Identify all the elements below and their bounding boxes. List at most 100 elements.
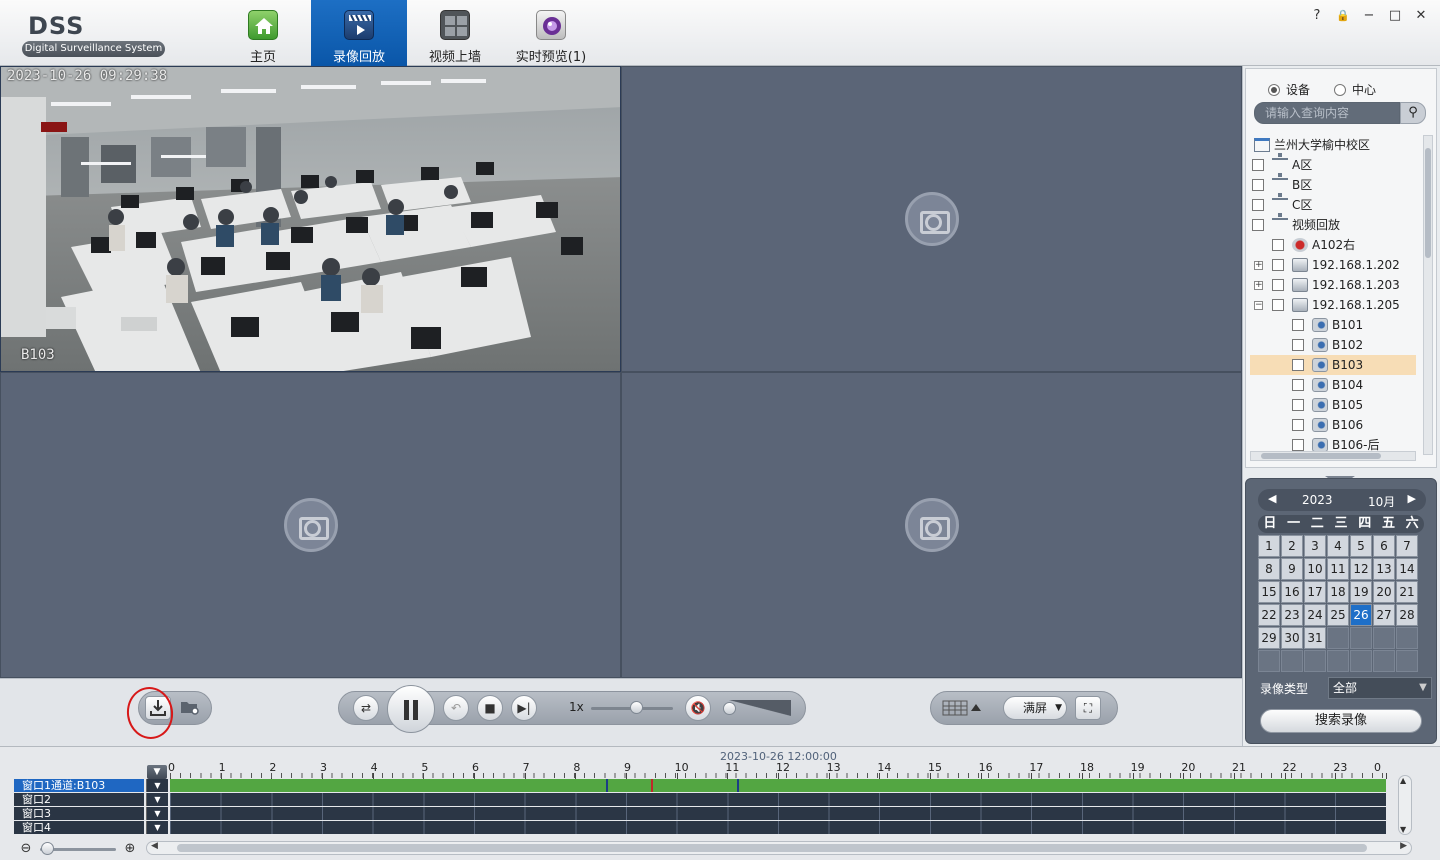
tree-checkbox[interactable] — [1292, 319, 1304, 331]
nav-tab-playback[interactable]: 录像回放 — [311, 0, 407, 66]
record-type-select[interactable]: 全部 ▼ — [1328, 677, 1432, 699]
track-name[interactable]: 窗口4 — [14, 821, 144, 834]
calendar-day[interactable]: 9 — [1281, 558, 1303, 580]
tree-node[interactable]: +192.168.1.203 — [1250, 275, 1416, 295]
calendar-day[interactable]: 30 — [1281, 627, 1303, 649]
tree-checkbox[interactable] — [1292, 419, 1304, 431]
timeline-vertical-scrollbar[interactable]: ▲ ▼ — [1398, 775, 1412, 835]
calendar-day[interactable]: 25 — [1327, 604, 1349, 626]
tree-node[interactable]: B102 — [1250, 335, 1416, 355]
volume-slider[interactable] — [729, 700, 791, 716]
timeline-track[interactable] — [170, 779, 1386, 792]
zoom-out-icon[interactable]: ⊖ — [18, 841, 34, 857]
calendar-day[interactable]: 2 — [1281, 535, 1303, 557]
calendar-day[interactable]: 28 — [1396, 604, 1418, 626]
tree-node[interactable]: B101 — [1250, 315, 1416, 335]
calendar-day[interactable]: 17 — [1304, 581, 1326, 603]
timeline-track[interactable] — [170, 807, 1386, 820]
tree-node[interactable]: B103 — [1250, 355, 1416, 375]
calendar-day[interactable]: 14 — [1396, 558, 1418, 580]
track-name[interactable]: 窗口1通道:B103 — [14, 779, 144, 792]
tree-node[interactable]: B105 — [1250, 395, 1416, 415]
shuffle-icon[interactable]: ⇄ — [353, 695, 379, 721]
calendar-day[interactable]: 11 — [1327, 558, 1349, 580]
tree-checkbox[interactable] — [1272, 259, 1284, 271]
undo-icon[interactable]: ↶ — [443, 695, 469, 721]
tree-node[interactable]: − 192.168.1.205 — [1250, 295, 1416, 315]
tree-node[interactable]: B104 — [1250, 375, 1416, 395]
pause-icon[interactable] — [387, 685, 435, 733]
tree-vertical-scrollbar[interactable] — [1423, 135, 1433, 455]
search-icon[interactable]: ⚲ — [1400, 102, 1426, 124]
next-month-button[interactable]: ▶ — [1408, 492, 1416, 505]
tree-node[interactable]: C区 — [1250, 193, 1416, 215]
tree-checkbox[interactable] — [1252, 219, 1264, 231]
folder-settings-icon[interactable] — [177, 696, 203, 720]
tree-checkbox[interactable] — [1272, 239, 1284, 251]
chevron-down-icon[interactable]: ▼ — [146, 793, 168, 806]
calendar-day[interactable]: 8 — [1258, 558, 1280, 580]
expand-icon[interactable]: + — [1254, 261, 1263, 270]
tree-horizontal-scrollbar[interactable] — [1250, 451, 1416, 461]
nav-tab-video-wall[interactable]: 视频上墙 — [407, 0, 503, 66]
timeline-track[interactable] — [170, 821, 1386, 834]
tree-checkbox[interactable] — [1272, 299, 1284, 311]
tree-search-input[interactable] — [1254, 102, 1400, 124]
calendar-day[interactable]: 18 — [1327, 581, 1349, 603]
video-pane-4[interactable] — [621, 372, 1242, 678]
tree-checkbox[interactable] — [1252, 179, 1264, 191]
calendar-day[interactable]: 23 — [1281, 604, 1303, 626]
tree-checkbox[interactable] — [1292, 399, 1304, 411]
track-name[interactable]: 窗口2 — [14, 793, 144, 806]
timeline-track[interactable] — [170, 793, 1386, 806]
close-button[interactable]: ✕ — [1410, 6, 1432, 26]
step-forward-icon[interactable]: ▶| — [511, 695, 537, 721]
scroll-down-icon[interactable]: ▼ — [1400, 825, 1406, 834]
calendar-day[interactable]: 29 — [1258, 627, 1280, 649]
collapse-icon[interactable]: − — [1254, 301, 1263, 310]
calendar-day[interactable]: 5 — [1350, 535, 1372, 557]
calendar-day[interactable]: 16 — [1281, 581, 1303, 603]
calendar-day[interactable]: 3 — [1304, 535, 1326, 557]
calendar-day[interactable]: 26 — [1350, 604, 1372, 626]
calendar-day[interactable]: 20 — [1373, 581, 1395, 603]
calendar-day[interactable]: 24 — [1304, 604, 1326, 626]
radio-center[interactable]: 中心 — [1334, 81, 1376, 98]
video-pane-1[interactable]: 2023-10-26 09:29:38 B103 — [0, 66, 621, 372]
tree-checkbox[interactable] — [1252, 159, 1264, 171]
grid-layout-icon[interactable] — [941, 696, 985, 720]
calendar-day[interactable]: 1 — [1258, 535, 1280, 557]
screen-mode-select[interactable]: 满屏 ▼ — [1003, 696, 1067, 720]
timeline-horizontal-scrollbar[interactable]: ◀ ▶ — [146, 841, 1412, 855]
tree-checkbox[interactable] — [1292, 379, 1304, 391]
tree-node[interactable]: A区 — [1250, 153, 1416, 175]
scroll-left-icon[interactable]: ◀ — [151, 841, 158, 851]
prev-month-button[interactable]: ◀ — [1268, 492, 1276, 505]
scrollbar-thumb[interactable] — [1425, 148, 1431, 258]
lock-button[interactable]: 🔒 — [1332, 6, 1354, 26]
radio-device[interactable]: 设备 — [1268, 81, 1310, 98]
search-recording-button[interactable]: 搜索录像 — [1260, 709, 1422, 733]
mute-icon[interactable]: 🔇 — [685, 695, 711, 721]
stop-icon[interactable]: ■ — [477, 695, 503, 721]
calendar-day[interactable]: 15 — [1258, 581, 1280, 603]
minimize-button[interactable]: − — [1358, 6, 1380, 26]
tree-checkbox[interactable] — [1292, 439, 1304, 451]
calendar-day[interactable]: 13 — [1373, 558, 1395, 580]
tree-node[interactable]: 兰州大学榆中校区 — [1250, 135, 1416, 155]
tree-node[interactable]: 视频回放 — [1250, 213, 1416, 235]
maximize-button[interactable]: □ — [1384, 6, 1406, 26]
download-icon[interactable] — [145, 696, 171, 720]
tree-node[interactable]: B106 — [1250, 415, 1416, 435]
chevron-down-icon[interactable]: ▼ — [146, 821, 168, 834]
help-button[interactable]: ? — [1306, 6, 1328, 26]
calendar-day[interactable]: 19 — [1350, 581, 1372, 603]
tree-node[interactable]: A102右 — [1250, 235, 1416, 255]
calendar-day[interactable]: 4 — [1327, 535, 1349, 557]
tree-checkbox[interactable] — [1272, 279, 1284, 291]
calendar-day[interactable]: 12 — [1350, 558, 1372, 580]
zoom-slider-knob[interactable] — [41, 842, 54, 855]
calendar-day[interactable]: 10 — [1304, 558, 1326, 580]
tree-node[interactable]: +192.168.1.202 — [1250, 255, 1416, 275]
track-name[interactable]: 窗口3 — [14, 807, 144, 820]
